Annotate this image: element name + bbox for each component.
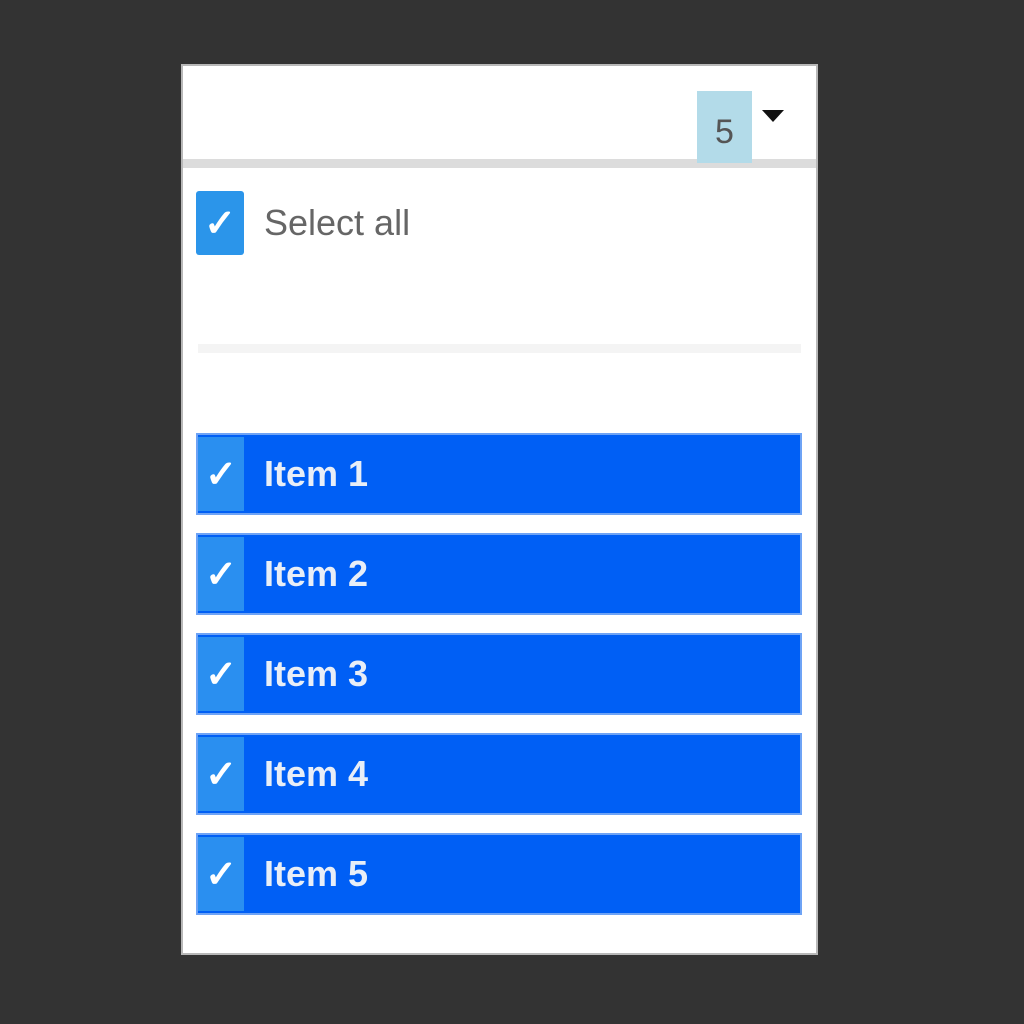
item-checkbox[interactable]: ✓	[198, 637, 244, 711]
item-checkbox[interactable]: ✓	[198, 837, 244, 911]
list-item[interactable]: ✓ Item 3	[196, 633, 802, 715]
item-checkbox[interactable]: ✓	[198, 737, 244, 811]
list-item[interactable]: ✓ Item 2	[196, 533, 802, 615]
caret-down-icon[interactable]	[762, 110, 784, 122]
item-label: Item 5	[264, 853, 369, 894]
options-list: ✓ Item 1 ✓ Item 2 ✓ Item 3 ✓ Item 4 ✓ It…	[196, 433, 802, 933]
list-item[interactable]: ✓ Item 1	[196, 433, 802, 515]
check-icon: ✓	[205, 553, 237, 596]
check-icon: ✓	[205, 853, 237, 896]
selected-count-badge: 5	[697, 91, 752, 163]
check-icon: ✓	[204, 202, 236, 245]
check-icon: ✓	[205, 453, 237, 496]
list-item[interactable]: ✓ Item 5	[196, 833, 802, 915]
multiselect-dropdown-panel: 5 ✓ Select all ✓ Item 1 ✓ Item 2 ✓ Item …	[181, 64, 818, 955]
select-all-label: Select all	[264, 202, 411, 243]
dropdown-header[interactable]: 5	[183, 66, 816, 168]
divider	[198, 344, 801, 353]
select-all-option[interactable]: ✓ Select all	[196, 191, 410, 255]
item-label: Item 3	[264, 653, 369, 694]
item-checkbox[interactable]: ✓	[198, 537, 244, 611]
check-icon: ✓	[205, 653, 237, 696]
list-item[interactable]: ✓ Item 4	[196, 733, 802, 815]
item-label: Item 1	[264, 453, 369, 494]
check-icon: ✓	[205, 753, 237, 796]
item-label: Item 2	[264, 553, 369, 594]
item-label: Item 4	[264, 753, 369, 794]
select-all-checkbox[interactable]: ✓	[196, 191, 244, 255]
item-checkbox[interactable]: ✓	[198, 437, 244, 511]
